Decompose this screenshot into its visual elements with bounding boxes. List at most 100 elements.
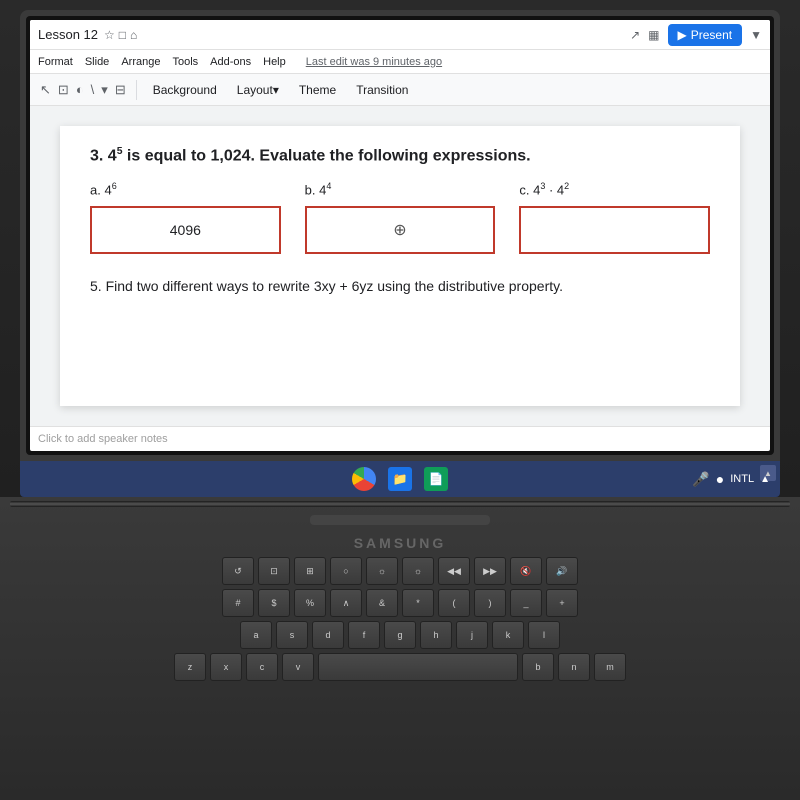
title-left: Lesson 12 ☆ □ ⌂ <box>38 27 137 42</box>
key-refresh[interactable]: ↺ <box>222 557 254 585</box>
wifi-icon[interactable]: ● <box>716 471 724 487</box>
key-j[interactable]: j <box>456 621 488 649</box>
intl-label: INTL <box>730 473 754 485</box>
key-hash[interactable]: # <box>222 589 254 617</box>
key-asterisk[interactable]: * <box>402 589 434 617</box>
menu-help[interactable]: Help <box>263 56 286 68</box>
key-ampersand[interactable]: & <box>366 589 398 617</box>
signal-icon[interactable]: ▲ <box>760 474 770 485</box>
cursor-cross-icon: ⊕ <box>393 220 406 240</box>
key-z[interactable]: z <box>174 653 206 681</box>
key-mute[interactable]: 🔇 <box>510 557 542 585</box>
key-underscore[interactable]: _ <box>510 589 542 617</box>
key-row-bottom: z x c v b n m <box>36 653 764 681</box>
last-edit-text[interactable]: Last edit was 9 minutes ago <box>306 56 442 68</box>
present-icon: ▶ <box>678 28 687 42</box>
key-m[interactable]: m <box>594 653 626 681</box>
key-fullscreen[interactable]: ⊞ <box>294 557 326 585</box>
key-percent[interactable]: % <box>294 589 326 617</box>
menu-bar: Format Slide Arrange Tools Add-ons Help … <box>30 50 770 74</box>
key-plus[interactable]: + <box>546 589 578 617</box>
keyboard: ↺ ⊡ ⊞ ○ ☼ ☼ ◀◀ ▶▶ 🔇 🔊 # $ % ∧ & * ( ) <box>30 551 770 687</box>
answer-box-b[interactable]: ⊕ <box>305 206 496 254</box>
key-k[interactable]: k <box>492 621 524 649</box>
slides-app: Lesson 12 ☆ □ ⌂ ↗ ▦ ▶ Present <box>30 20 770 451</box>
paint-icon[interactable]: ◐ <box>74 80 86 99</box>
key-overview[interactable]: ○ <box>330 557 362 585</box>
toolbar-divider <box>136 80 137 100</box>
files-icon[interactable]: 📁 <box>388 467 412 491</box>
key-dollar[interactable]: $ <box>258 589 290 617</box>
answer-box-c[interactable] <box>519 206 710 254</box>
image-icon[interactable]: ⊟ <box>113 80 128 100</box>
document-title: Lesson 12 <box>38 27 98 42</box>
key-v[interactable]: v <box>282 653 314 681</box>
key-tab[interactable]: ⊡ <box>258 557 290 585</box>
key-l[interactable]: l <box>528 621 560 649</box>
key-b[interactable]: b <box>522 653 554 681</box>
chrome-icon[interactable] <box>352 467 376 491</box>
taskbar: ▲ 📁 📄 🎤 ● INTL ▲ <box>20 461 780 497</box>
present-button[interactable]: ▶ Present <box>668 24 743 46</box>
star-icon[interactable]: ☆ <box>104 28 115 42</box>
title-icons: ☆ □ ⌂ <box>104 28 137 42</box>
expression-col-c: c. 43 · 42 <box>519 181 710 253</box>
folder-icon[interactable]: □ <box>119 28 126 42</box>
cursor-icon[interactable]: ↖ <box>38 80 53 100</box>
key-lparen[interactable]: ( <box>438 589 470 617</box>
key-caret[interactable]: ∧ <box>330 589 362 617</box>
key-a[interactable]: a <box>240 621 272 649</box>
key-brightness-up[interactable]: ☼ <box>402 557 434 585</box>
dropdown-icon[interactable]: ▼ <box>750 28 762 42</box>
key-s[interactable]: s <box>276 621 308 649</box>
frame-icon[interactable]: ⊡ <box>56 80 71 100</box>
key-g[interactable]: g <box>384 621 416 649</box>
key-rparen[interactable]: ) <box>474 589 506 617</box>
chart-icon[interactable]: ↗ <box>630 28 640 42</box>
toolbar: ↖ ⊡ ◐ \ ▾ ⊟ Background Layout▾ Theme Tra… <box>30 74 770 106</box>
key-c[interactable]: c <box>246 653 278 681</box>
key-f[interactable]: f <box>348 621 380 649</box>
files-icon-symbol: 📁 <box>393 472 408 486</box>
menu-slide[interactable]: Slide <box>85 56 109 68</box>
expression-col-a: a. 46 4096 <box>90 181 281 253</box>
menu-addons[interactable]: Add-ons <box>210 56 251 68</box>
dropdown2-icon[interactable]: ▾ <box>99 80 110 100</box>
question3-title: 3. 45 is equal to 1,024. Evaluate the fo… <box>90 146 710 165</box>
answer-box-a[interactable]: 4096 <box>90 206 281 254</box>
key-x[interactable]: x <box>210 653 242 681</box>
line-icon[interactable]: \ <box>89 80 97 99</box>
laptop-shell: Lesson 12 ☆ □ ⌂ ↗ ▦ ▶ Present <box>0 0 800 800</box>
grid-icon[interactable]: ▦ <box>648 28 659 42</box>
expressions-row: a. 46 4096 b. 44 ⊕ <box>90 181 710 253</box>
screen-bezel: Lesson 12 ☆ □ ⌂ ↗ ▦ ▶ Present <box>26 16 774 455</box>
key-n[interactable]: n <box>558 653 590 681</box>
menu-tools[interactable]: Tools <box>172 56 198 68</box>
key-prev-track[interactable]: ◀◀ <box>438 557 470 585</box>
touchpad[interactable] <box>310 515 490 525</box>
key-h[interactable]: h <box>420 621 452 649</box>
key-brightness-down[interactable]: ☼ <box>366 557 398 585</box>
expression-col-b: b. 44 ⊕ <box>305 181 496 253</box>
key-next-track[interactable]: ▶▶ <box>474 557 506 585</box>
key-vol-up[interactable]: 🔊 <box>546 557 578 585</box>
background-button[interactable]: Background <box>145 81 225 99</box>
docs-icon[interactable]: 📄 <box>424 467 448 491</box>
menu-format[interactable]: Format <box>38 56 73 68</box>
key-row-fn: ↺ ⊡ ⊞ ○ ☼ ☼ ◀◀ ▶▶ 🔇 🔊 <box>36 557 764 585</box>
theme-button[interactable]: Theme <box>291 81 344 99</box>
brand-logo: SAMSUNG <box>354 535 447 551</box>
present-label: Present <box>691 28 732 42</box>
layout-label: Layout <box>237 83 273 97</box>
key-d[interactable]: d <box>312 621 344 649</box>
menu-arrange[interactable]: Arrange <box>121 56 160 68</box>
layout-button[interactable]: Layout▾ <box>229 81 287 99</box>
screen-area: Lesson 12 ☆ □ ⌂ ↗ ▦ ▶ Present <box>20 10 780 461</box>
cloud-icon[interactable]: ⌂ <box>130 28 137 42</box>
transition-button[interactable]: Transition <box>348 81 416 99</box>
speaker-notes[interactable]: Click to add speaker notes <box>30 426 770 451</box>
mic-icon[interactable]: 🎤 <box>692 471 709 488</box>
key-row-home: a s d f g h j k l <box>36 621 764 649</box>
slide-area: 3. 45 is equal to 1,024. Evaluate the fo… <box>30 106 770 426</box>
key-space[interactable] <box>318 653 518 681</box>
